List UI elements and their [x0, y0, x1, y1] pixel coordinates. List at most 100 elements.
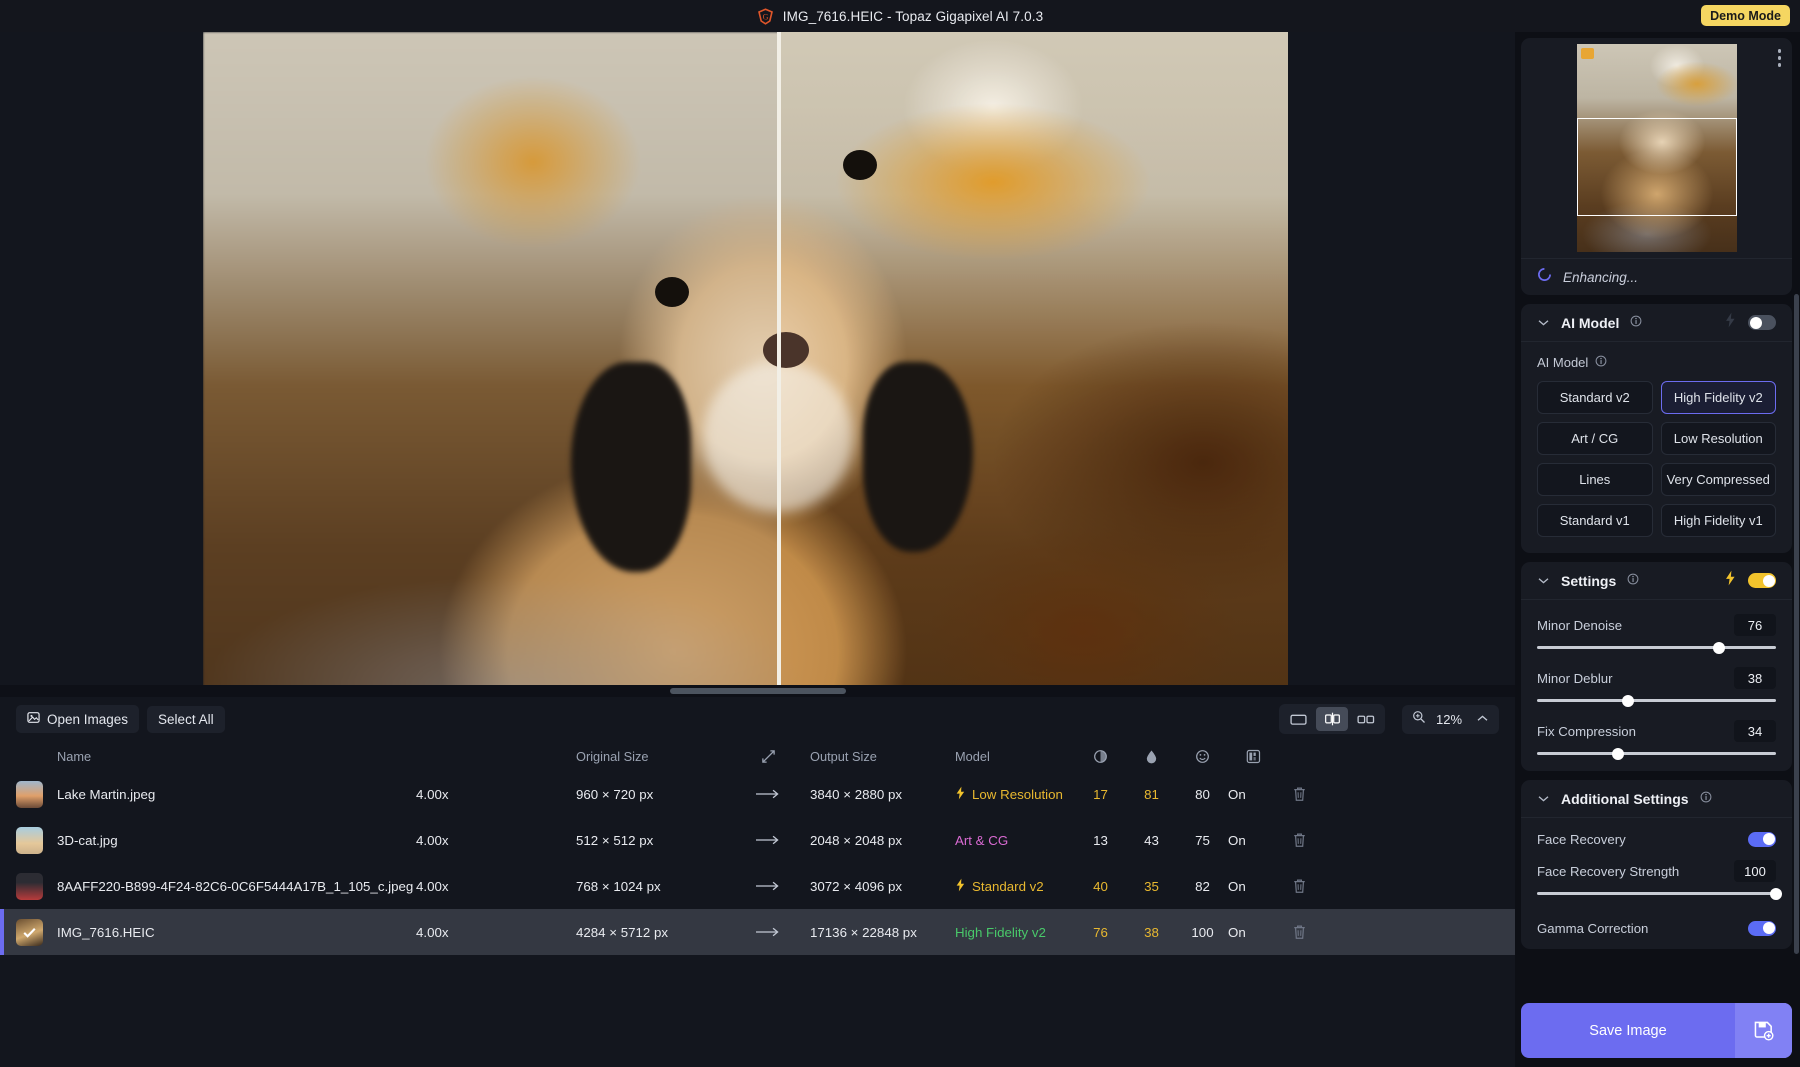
model-option-high-fidelity-v1[interactable]: High Fidelity v1	[1661, 504, 1777, 537]
dog-nose	[763, 332, 809, 368]
open-images-label: Open Images	[47, 712, 128, 727]
face-strength-slider[interactable]	[1537, 892, 1776, 895]
color-correction-value: On	[1228, 833, 1274, 848]
file-name-cell: IMG_7616.HEIC	[16, 919, 576, 946]
deblur-value: 43	[1126, 833, 1177, 848]
navigator-crop-rect[interactable]	[1577, 118, 1737, 216]
ai-model-sub-label: AI Model	[1537, 355, 1588, 370]
file-thumbnail	[16, 827, 43, 854]
model-cell: Art & CG	[955, 833, 1075, 848]
model-option-standard-v2[interactable]: Standard v2	[1537, 381, 1653, 414]
split-pane-icon[interactable]	[1316, 707, 1348, 731]
save-as-icon[interactable]	[1735, 1003, 1792, 1058]
deblur-value: 38	[1126, 925, 1177, 940]
additional-settings-header[interactable]: Additional Settings	[1521, 780, 1792, 818]
original-size-cell: 512 × 512 px	[576, 833, 726, 848]
contrast-icon[interactable]	[1075, 749, 1126, 764]
chevron-down-icon[interactable]	[1537, 790, 1550, 808]
split-comparison-handle[interactable]	[777, 32, 781, 685]
column-header-model[interactable]: Model	[955, 749, 1075, 764]
trash-icon[interactable]	[1274, 832, 1324, 848]
chevron-down-icon[interactable]	[1537, 314, 1550, 332]
model-cell: High Fidelity v2	[955, 925, 1075, 940]
arrow-right-icon	[726, 880, 810, 892]
file-thumbnail	[16, 781, 43, 808]
column-header-output-size[interactable]: Output Size	[810, 749, 955, 764]
gamma-correction-toggle[interactable]	[1748, 921, 1776, 936]
model-name: High Fidelity v2	[955, 925, 1046, 940]
trash-icon[interactable]	[1274, 924, 1324, 940]
select-all-button[interactable]: Select All	[147, 706, 225, 733]
file-name: Lake Martin.jpeg	[57, 787, 155, 802]
minor-denoise-slider[interactable]	[1537, 646, 1776, 649]
smiley-icon[interactable]	[1177, 749, 1228, 764]
save-image-button[interactable]: Save Image	[1521, 1003, 1792, 1058]
info-icon[interactable]	[1627, 572, 1639, 590]
model-option-standard-v1[interactable]: Standard v1	[1537, 504, 1653, 537]
arrow-right-icon	[726, 788, 810, 800]
viewer-horizontal-scrollbar[interactable]	[0, 685, 1515, 697]
chevron-down-icon[interactable]	[1537, 572, 1550, 590]
settings-panel-scrollbar[interactable]	[1794, 294, 1799, 954]
column-header-name[interactable]: Name	[16, 749, 576, 764]
info-icon[interactable]	[1595, 355, 1607, 370]
more-vertical-icon[interactable]	[1778, 49, 1782, 67]
info-icon[interactable]	[1630, 314, 1642, 332]
comparison-photo[interactable]	[203, 32, 1288, 685]
side-by-side-icon[interactable]	[1350, 707, 1382, 731]
trash-icon[interactable]	[1274, 878, 1324, 894]
settings-section-header[interactable]: Settings	[1521, 562, 1792, 600]
minor-deblur-value[interactable]: 38	[1734, 667, 1776, 689]
preview-thumbnail[interactable]	[1577, 44, 1737, 252]
image-viewer[interactable]	[0, 32, 1515, 685]
file-name: 8AAFF220-B899-4F24-82C6-0C6F5444A17B_1_1…	[57, 879, 413, 894]
column-header-original-size[interactable]: Original Size	[576, 749, 726, 764]
preview-card: Enhancing...	[1521, 38, 1792, 295]
settings-auto-toggle[interactable]	[1748, 573, 1776, 588]
table-row[interactable]: Lake Martin.jpeg960 × 720 px4.00x3840 × …	[0, 771, 1515, 817]
chevron-up-icon[interactable]	[1476, 710, 1489, 728]
file-rows-container: Lake Martin.jpeg960 × 720 px4.00x3840 × …	[0, 771, 1515, 1067]
ai-model-section-header[interactable]: AI Model	[1521, 304, 1792, 342]
file-table-header: Name Original Size Output Size Model	[0, 741, 1515, 771]
check-icon	[16, 919, 43, 946]
color-correction-value: On	[1228, 925, 1274, 940]
face-recovery-row: Face Recovery	[1521, 818, 1792, 860]
ai-model-auto-toggle[interactable]	[1748, 315, 1776, 330]
lightning-bolt-icon	[955, 786, 966, 803]
minor-deblur-slider[interactable]	[1537, 699, 1776, 702]
table-row[interactable]: 8AAFF220-B899-4F24-82C6-0C6F5444A17B_1_1…	[0, 863, 1515, 909]
face-strength-value[interactable]: 100	[1734, 860, 1776, 882]
face-value: 75	[1177, 833, 1228, 848]
single-pane-icon[interactable]	[1282, 707, 1314, 731]
fix-compression-label: Fix Compression	[1537, 724, 1734, 739]
face-recovery-toggle[interactable]	[1748, 832, 1776, 847]
open-images-button[interactable]: Open Images	[16, 705, 139, 733]
file-name: IMG_7616.HEIC	[57, 925, 155, 940]
trash-icon[interactable]	[1274, 786, 1324, 802]
minor-denoise-value[interactable]: 76	[1734, 614, 1776, 636]
model-option-lines[interactable]: Lines	[1537, 463, 1653, 496]
model-option-low-resolution[interactable]: Low Resolution	[1661, 422, 1777, 455]
window-title: IMG_7616.HEIC - Topaz Gigapixel AI 7.0.3	[783, 9, 1043, 24]
table-row[interactable]: 3D-cat.jpg512 × 512 px4.00x2048 × 2048 p…	[0, 817, 1515, 863]
fix-compression-slider[interactable]	[1537, 752, 1776, 755]
model-option-very-compressed[interactable]: Very Compressed	[1661, 463, 1777, 496]
model-cell: Low Resolution	[955, 786, 1075, 803]
scrollbar-thumb[interactable]	[670, 688, 846, 694]
file-thumbnail	[16, 919, 43, 946]
lightning-bolt-icon	[955, 878, 966, 895]
model-option-art-cg[interactable]: Art / CG	[1537, 422, 1653, 455]
photo-enhanced-half	[781, 32, 1288, 685]
face-recovery-label: Face Recovery	[1537, 832, 1748, 847]
droplet-icon[interactable]	[1126, 749, 1177, 764]
zoom-control[interactable]: 12%	[1402, 705, 1499, 734]
svg-text:G: G	[762, 12, 768, 21]
scale-factor: 4.00x	[416, 879, 449, 894]
model-option-high-fidelity-v2[interactable]: High Fidelity v2	[1661, 381, 1777, 414]
fix-compression-value[interactable]: 34	[1734, 720, 1776, 742]
color-correct-icon[interactable]	[1228, 749, 1279, 764]
view-mode-group	[1279, 704, 1385, 734]
info-icon[interactable]	[1700, 790, 1712, 808]
table-row[interactable]: IMG_7616.HEIC4284 × 5712 px4.00x17136 × …	[0, 909, 1515, 955]
